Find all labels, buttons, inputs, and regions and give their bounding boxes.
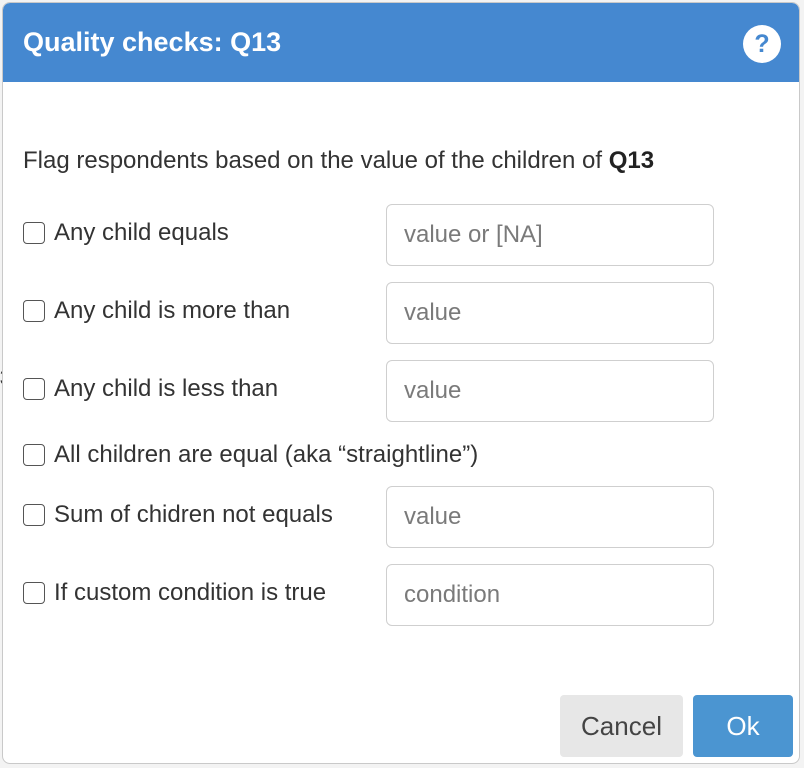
checkbox[interactable] [23, 300, 45, 322]
custom-condition-input[interactable] [386, 564, 714, 626]
checkbox[interactable] [23, 222, 45, 244]
checkbox[interactable] [23, 582, 45, 604]
check-sum-not-equals[interactable]: Sum of chidren not equals [23, 500, 333, 530]
checkbox[interactable] [23, 444, 45, 466]
ok-button[interactable]: Ok [693, 695, 793, 757]
cancel-button[interactable]: Cancel [560, 695, 683, 757]
dialog-header: Quality checks: Q13 ? [3, 3, 799, 82]
intro-question-id: Q13 [608, 147, 655, 174]
check-label: If custom condition is true [54, 579, 327, 606]
quality-checks-dialog: Quality checks: Q13 ? Flag respondents b… [2, 2, 800, 764]
intro-text-prefix: Flag respondents based on the value of t… [23, 147, 609, 174]
checkbox[interactable] [23, 504, 45, 526]
check-label: Any child is more than [54, 297, 291, 324]
sum-not-equals-input[interactable] [386, 486, 714, 548]
intro-text: Flag respondents based on the value of t… [23, 146, 654, 176]
dialog-title: Quality checks: Q13 [23, 27, 282, 57]
check-label: Sum of chidren not equals [54, 501, 333, 528]
check-any-child-less-than[interactable]: Any child is less than [23, 374, 278, 404]
checkbox[interactable] [23, 378, 45, 400]
any-child-equals-input[interactable] [386, 204, 714, 266]
check-any-child-equals[interactable]: Any child equals [23, 218, 229, 248]
check-label: Any child equals [54, 219, 229, 246]
check-any-child-more-than[interactable]: Any child is more than [23, 296, 290, 326]
check-label: Any child is less than [54, 375, 279, 402]
check-custom-condition[interactable]: If custom condition is true [23, 578, 326, 608]
help-icon[interactable]: ? [743, 25, 781, 63]
any-child-less-than-input[interactable] [386, 360, 714, 422]
check-all-children-equal[interactable]: All children are equal (aka “straightlin… [23, 440, 478, 470]
any-child-more-than-input[interactable] [386, 282, 714, 344]
check-label: All children are equal (aka “straightlin… [54, 441, 479, 468]
